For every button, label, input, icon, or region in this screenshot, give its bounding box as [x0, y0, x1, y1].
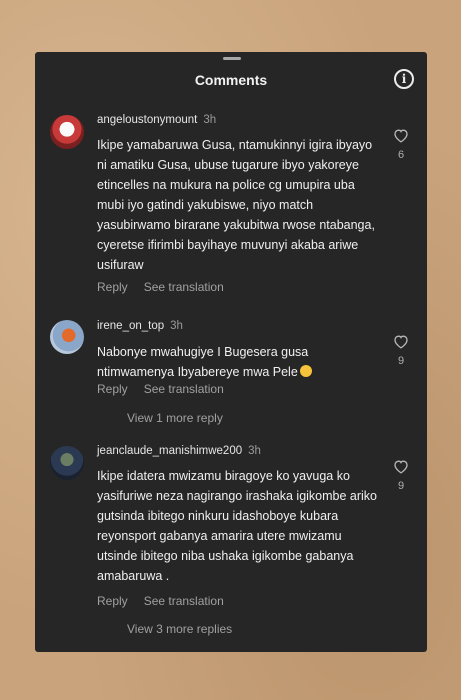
comment-time: 3h	[170, 320, 183, 332]
username-text[interactable]: angeloustonymount	[97, 114, 197, 126]
heart-icon	[394, 129, 408, 143]
info-icon: i	[401, 72, 407, 86]
comment-actions: Reply See translation	[97, 382, 240, 396]
comment-text: Nabonye mwahugiye I Bugesera gusa ntimwa…	[97, 342, 381, 382]
see-translation-link[interactable]: See translation	[144, 594, 224, 608]
comment-text-content: Nabonye mwahugiye I Bugesera gusa ntimwa…	[97, 345, 309, 379]
avatar[interactable]	[50, 446, 84, 480]
view-more-replies[interactable]: View 1 more reply	[127, 411, 223, 425]
avatar[interactable]	[50, 320, 84, 354]
username-text[interactable]: jeanclaude_manishimwe200	[97, 445, 242, 457]
comment-username[interactable]: jeanclaude_manishimwe200 3h	[97, 445, 261, 457]
reply-button[interactable]: Reply	[97, 280, 128, 294]
comment-actions: Reply See translation	[97, 280, 240, 294]
page-title: Comments	[194, 72, 268, 88]
username-text[interactable]: irene_on_top	[97, 320, 164, 332]
drag-handle[interactable]	[223, 57, 241, 60]
grinning-sweat-emoji-icon	[299, 365, 312, 377]
comment-time: 3h	[203, 114, 217, 126]
see-translation-link[interactable]: See translation	[144, 280, 224, 294]
like-count: 9	[397, 355, 405, 367]
heart-icon	[394, 335, 408, 349]
comment-username[interactable]: angeloustonymount 3h	[97, 114, 216, 126]
info-button[interactable]: i	[394, 69, 414, 89]
like-button[interactable]: 9	[392, 459, 410, 492]
like-count: 6	[397, 149, 405, 161]
heart-icon	[394, 460, 408, 474]
reply-button[interactable]: Reply	[97, 594, 128, 608]
comments-sheet: Comments i angeloustonymount 3h Ikipe yam…	[35, 52, 427, 652]
comment-text: Ikipe idatera mwizamu biragoye ko yavuga…	[97, 469, 378, 583]
avatar[interactable]	[50, 115, 84, 149]
like-button[interactable]: 9	[392, 334, 410, 367]
view-more-replies[interactable]: View 3 more replies	[127, 622, 232, 636]
comment-username[interactable]: irene_on_top 3h	[97, 320, 183, 332]
like-count: 9	[397, 480, 405, 492]
like-button[interactable]: 6	[392, 128, 410, 161]
comment-time: 3h	[248, 445, 261, 457]
see-translation-link[interactable]: See translation	[144, 382, 224, 396]
reply-button[interactable]: Reply	[97, 382, 128, 396]
comment-actions: Reply See translation	[97, 594, 240, 608]
comment-text: Ikipe yamabaruwa Gusa, ntamukinnyi igira…	[97, 138, 375, 272]
